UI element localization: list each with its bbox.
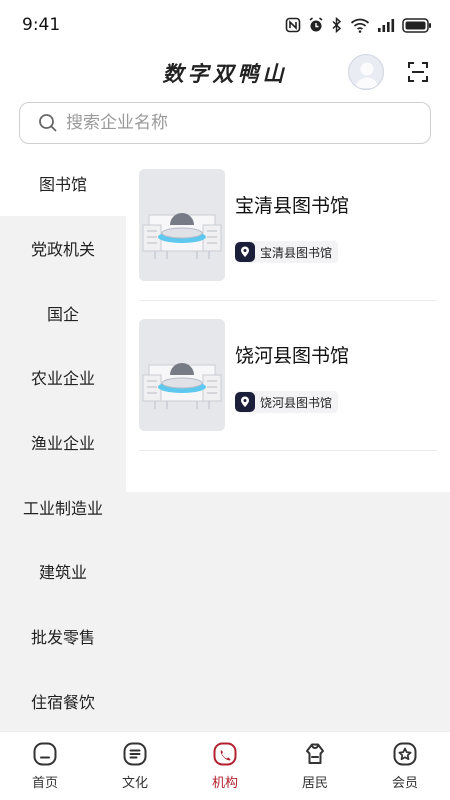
sidebar-item-manufacturing[interactable]: 工业制造业 <box>0 474 126 539</box>
search-icon <box>38 113 58 133</box>
cellular-signal-icon <box>377 18 395 32</box>
nav-item-institution[interactable]: 机构 <box>180 732 270 800</box>
nav-label: 机构 <box>211 776 238 791</box>
sidebar-item-retail[interactable]: 批发零售 <box>0 604 126 669</box>
sidebar-item-party-government[interactable]: 党政机关 <box>0 216 126 281</box>
status-bar: 9:41 <box>0 0 450 50</box>
location-tag-label: 宝清县图书馆 <box>260 245 333 260</box>
status-time: 9:41 <box>22 15 61 35</box>
organization-list: 宝清县图书馆 宝清县图书馆 饶河县图书馆 饶河县图书馆 <box>126 151 450 492</box>
bottom-nav: 首页 文化 机构 居民 会员 <box>0 731 450 800</box>
culture-icon <box>121 740 149 768</box>
main-content: 图书馆 党政机关 国企 农业企业 渔业企业 工业制造业 建筑业 批发零售 住宿餐… <box>0 151 450 731</box>
location-tag[interactable]: 宝清县图书馆 <box>235 241 339 263</box>
organization-title: 宝清县图书馆 <box>235 195 350 217</box>
nav-item-culture[interactable]: 文化 <box>90 732 180 800</box>
nav-item-home[interactable]: 首页 <box>0 732 90 800</box>
search-bar[interactable] <box>19 102 431 144</box>
nfc-icon <box>285 17 301 33</box>
sidebar-item-state-owned[interactable]: 国企 <box>0 280 126 345</box>
list-item[interactable]: 饶河县图书馆 饶河县图书馆 <box>139 301 437 451</box>
battery-icon <box>402 17 432 33</box>
location-pin-icon <box>235 392 255 412</box>
home-icon <box>31 740 59 768</box>
nav-label: 居民 <box>301 776 328 791</box>
library-building-image <box>139 169 225 281</box>
institution-icon <box>211 740 239 768</box>
bluetooth-icon <box>331 17 343 33</box>
nav-label: 首页 <box>31 776 58 791</box>
library-building-image <box>139 319 225 431</box>
sidebar-item-library[interactable]: 图书馆 <box>0 151 126 216</box>
resident-icon <box>301 740 329 768</box>
user-avatar-icon[interactable] <box>348 54 384 90</box>
search-input[interactable] <box>66 113 406 133</box>
sidebar-item-hospitality[interactable]: 住宿餐饮 <box>0 669 126 734</box>
organization-title: 饶河县图书馆 <box>235 345 350 367</box>
location-tag-label: 饶河县图书馆 <box>260 395 333 410</box>
sidebar-item-fishery[interactable]: 渔业企业 <box>0 410 126 475</box>
sidebar-item-construction[interactable]: 建筑业 <box>0 539 126 604</box>
alarm-icon <box>308 17 324 33</box>
wifi-icon <box>350 17 370 33</box>
nav-label: 会员 <box>391 776 418 791</box>
nav-label: 文化 <box>121 776 148 791</box>
list-item[interactable]: 宝清县图书馆 宝清县图书馆 <box>139 151 437 301</box>
sidebar-item-agriculture[interactable]: 农业企业 <box>0 345 126 410</box>
location-pin-icon <box>235 242 255 262</box>
nav-item-member[interactable]: 会员 <box>360 732 450 800</box>
location-tag[interactable]: 饶河县图书馆 <box>235 391 339 413</box>
member-icon <box>391 740 419 768</box>
category-sidebar: 图书馆 党政机关 国企 农业企业 渔业企业 工业制造业 建筑业 批发零售 住宿餐… <box>0 151 126 731</box>
nav-item-resident[interactable]: 居民 <box>270 732 360 800</box>
app-header: 数字双鸭山 <box>0 50 450 98</box>
scan-icon[interactable] <box>406 60 430 84</box>
status-icons <box>285 17 432 33</box>
